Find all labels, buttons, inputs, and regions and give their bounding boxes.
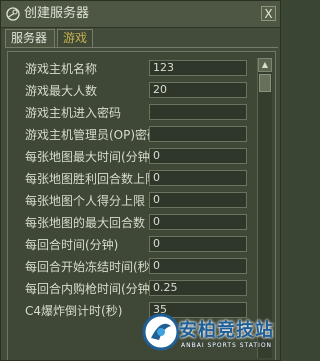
setting-row: 每回合开始冻结时间(秒) 0 [8,257,253,277]
tab-1[interactable]: 游戏 [57,29,93,47]
scroll-up-arrow-icon[interactable]: ▲ [258,58,272,72]
setting-input[interactable]: 20 [149,82,247,98]
scroll-thumb[interactable] [259,74,271,92]
window-title: 创建服务器 [24,6,90,21]
close-button[interactable]: X [261,6,276,21]
create-server-window: 创建服务器 X 服务器 游戏 游戏主机名称 123 游戏最大人数 20 游戏主机进入密码游… [0,0,281,361]
setting-row: 每回合时间(分钟) 0 [8,235,253,255]
setting-input[interactable] [149,126,247,142]
setting-input[interactable]: 0 [149,258,247,274]
setting-label: 每回合开始冻结时间(秒) [25,260,155,274]
setting-input[interactable]: 0.25 [149,280,247,296]
setting-row: 游戏最大人数 20 [8,81,253,101]
setting-label: 每张地图最大时间(分钟) [25,150,155,164]
setting-label: 游戏主机进入密码 [25,106,122,120]
titlebar: 创建服务器 X [1,1,280,28]
setting-input[interactable]: 123 [149,60,247,76]
setting-row: 每回合内购枪时间(分钟) 0.25 [8,279,253,299]
setting-input[interactable]: 0 [149,192,247,208]
setting-label: 每张地图胜利回合数上限 [25,172,157,186]
tab-strip: 服务器 游戏 [5,29,278,48]
setting-input[interactable]: 0 [149,148,247,164]
setting-row: 游戏主机进入密码 [8,103,253,123]
close-icon: X [264,7,273,21]
steam-icon [6,7,20,21]
setting-label: 每回合内购枪时间(分钟) [25,282,155,296]
setting-row: 每张地图的最大回合数 0 [8,213,253,233]
anbai-logo [142,313,180,351]
setting-label: C4爆炸倒计时(秒) [25,304,123,318]
setting-row: 游戏主机名称 123 [8,59,253,79]
setting-input[interactable] [149,104,247,120]
watermark-subtext: ANBAI SPORTS STATION [181,342,273,349]
setting-label: 每张地图个人得分上限 [25,194,146,208]
setting-row: 每张地图最大时间(分钟) 0 [8,147,253,167]
setting-label: 每张地图的最大回合数 [25,216,146,230]
setting-input[interactable]: 0 [149,236,247,252]
setting-label: 游戏主机名称 [25,62,98,76]
setting-row: 每张地图胜利回合数上限 0 [8,169,253,189]
setting-row: 每张地图个人得分上限 0 [8,191,253,211]
setting-input[interactable]: 0 [149,214,247,230]
setting-label: 游戏最大人数 [25,84,98,98]
setting-input[interactable]: 0 [149,170,247,186]
setting-label: 游戏主机管理员(OP)密码 [25,128,157,142]
setting-row: 游戏主机管理员(OP)密码 [8,125,253,145]
tab-0[interactable]: 服务器 [5,29,55,47]
setting-label: 每回合时间(分钟) [25,238,119,252]
watermark: 安柏竞技站 ANBAI SPORTS STATION [141,302,280,360]
watermark-text: 安柏竞技站 [179,320,274,341]
